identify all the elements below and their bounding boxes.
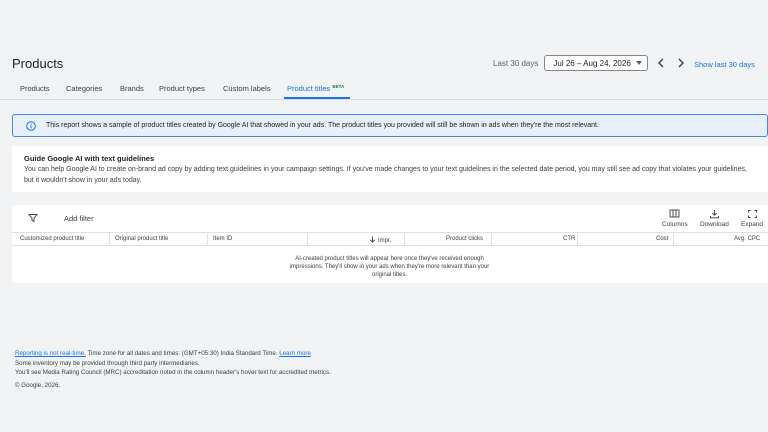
tab-categories[interactable]: Categories	[66, 84, 102, 93]
download-icon	[710, 210, 719, 219]
copyright: © Google, 2026.	[15, 381, 61, 389]
filter-icon[interactable]	[28, 213, 38, 223]
column-divider	[307, 233, 308, 246]
col-impr[interactable]: Impr.	[369, 236, 391, 244]
date-range-area: Last 30 days Jul 26 – Aug 24, 2026	[493, 55, 688, 71]
timezone-text: Time zone for all dates and times: (GMT+…	[85, 350, 280, 357]
show-last-30-days-link[interactable]: Show last 30 days	[694, 60, 755, 69]
beta-badge: BETA	[332, 84, 345, 89]
col-avg-cpc[interactable]: Avg. CPC	[734, 236, 760, 242]
table-empty-message: AI-created product titles will appear he…	[289, 256, 490, 278]
caret-down-icon	[636, 61, 643, 65]
guide-title: Guide Google AI with text guidelines	[24, 154, 155, 163]
columns-button[interactable]: Columns	[662, 209, 688, 228]
tab-custom-labels[interactable]: Custom labels	[223, 84, 271, 93]
footer: Reporting is not real-time. Time zone fo…	[15, 349, 331, 390]
tab-product-titles-label: Product titles	[287, 84, 331, 93]
date-range-value: Jul 26 – Aug 24, 2026	[553, 58, 631, 68]
page-title: Products	[12, 56, 64, 71]
col-product-clicks[interactable]: Product clicks	[446, 236, 483, 242]
inventory-note: Some inventory may be provided through t…	[15, 359, 200, 367]
report-table-card: Add filter Columns Download Expand Custo…	[12, 205, 768, 283]
info-icon	[26, 120, 36, 131]
download-label: Download	[700, 221, 729, 228]
columns-icon	[669, 209, 680, 218]
tab-bar: Products Categories Brands Product types…	[0, 80, 768, 100]
mrc-note: You'll see Media Rating Council (MRC) ac…	[15, 369, 331, 376]
col-impr-label: Impr.	[378, 238, 392, 244]
expand-button[interactable]: Expand	[741, 209, 763, 228]
tab-products[interactable]: Products	[20, 84, 50, 93]
date-range-label: Last 30 days	[493, 58, 539, 68]
tab-divider	[0, 99, 768, 100]
column-divider	[404, 233, 405, 246]
tab-product-titles[interactable]: Product titles BETA	[287, 84, 344, 93]
column-divider	[491, 233, 492, 246]
col-cost[interactable]: Cost	[656, 236, 668, 242]
column-divider	[673, 233, 674, 246]
sort-down-icon	[369, 236, 376, 243]
chevron-right-icon[interactable]	[674, 56, 688, 70]
col-ctr[interactable]: CTR	[563, 236, 575, 242]
date-range-select[interactable]: Jul 26 – Aug 24, 2026	[544, 55, 649, 71]
info-banner: This report shows a sample of product ti…	[12, 114, 768, 137]
add-filter-button[interactable]: Add filter	[64, 214, 94, 223]
info-banner-text: This report shows a sample of product ti…	[46, 122, 599, 129]
col-customized-product-title[interactable]: Customized product title	[20, 236, 84, 242]
column-divider	[207, 233, 208, 246]
expand-label: Expand	[741, 221, 764, 228]
column-divider	[577, 233, 578, 246]
col-original-product-title[interactable]: Original product title	[115, 236, 168, 242]
download-button[interactable]: Download	[700, 209, 729, 228]
columns-label: Columns	[662, 221, 688, 228]
reporting-not-realtime-link[interactable]: Reporting is not real-time.	[15, 350, 86, 357]
learn-more-link[interactable]: Learn more	[279, 350, 311, 357]
tab-product-types[interactable]: Product types	[159, 84, 205, 93]
guide-card: Guide Google AI with text guidelines You…	[12, 146, 768, 192]
col-item-id[interactable]: Item ID	[213, 236, 232, 242]
guide-body: You can help Google AI to create on-bran…	[24, 166, 747, 184]
expand-icon	[747, 210, 757, 218]
table-header: Customized product title Original produc…	[12, 232, 768, 246]
chevron-left-icon[interactable]	[654, 56, 668, 70]
tab-brands[interactable]: Brands	[120, 84, 144, 93]
column-divider	[109, 233, 110, 246]
